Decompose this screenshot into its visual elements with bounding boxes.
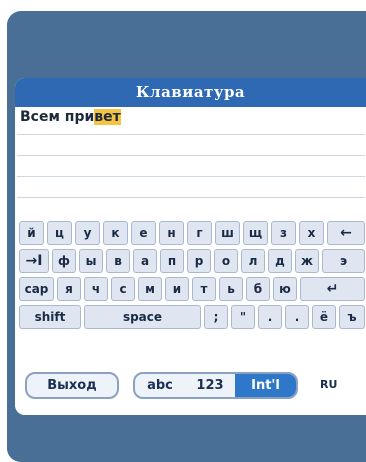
key-р[interactable]: р: [187, 249, 211, 273]
key-л[interactable]: л: [241, 249, 265, 273]
mode-intl-button[interactable]: Int'l: [235, 374, 296, 397]
key-д[interactable]: д: [268, 249, 292, 273]
key-ю[interactable]: ю: [273, 277, 297, 301]
key-а[interactable]: а: [133, 249, 157, 273]
key-я[interactable]: я: [57, 277, 81, 301]
exit-button[interactable]: Выход: [25, 372, 119, 399]
key-г[interactable]: г: [187, 221, 212, 245]
keyboard-mode-selector: abc 123 Int'l: [133, 372, 298, 399]
key-quote[interactable]: ": [231, 305, 255, 329]
key-й[interactable]: й: [19, 221, 44, 245]
text-line: [17, 155, 365, 156]
text-line: [17, 176, 365, 177]
key-п[interactable]: п: [160, 249, 184, 273]
tab-key[interactable]: →I: [19, 249, 49, 273]
window-title: Клавиатура: [135, 83, 246, 101]
typed-text: Всем при: [20, 109, 95, 125]
mode-abc-button[interactable]: abc: [135, 374, 185, 397]
key-и[interactable]: и: [165, 277, 189, 301]
caps-key[interactable]: cap: [19, 277, 54, 301]
key-м[interactable]: м: [138, 277, 162, 301]
keyboard-mode-bar: Выход abc 123 Int'l RU: [25, 372, 355, 399]
key-ж[interactable]: ж: [295, 249, 319, 273]
key-period-2[interactable]: .: [285, 305, 309, 329]
key-б[interactable]: б: [246, 277, 270, 301]
key-щ[interactable]: щ: [243, 221, 268, 245]
space-key[interactable]: space: [84, 305, 201, 329]
key-в[interactable]: в: [106, 249, 130, 273]
device-frame: Клавиатура Всем привет й ц у к е н г ш щ…: [7, 11, 366, 462]
keyboard-panel: Клавиатура Всем привет й ц у к е н г ш щ…: [15, 78, 366, 415]
key-х[interactable]: х: [299, 221, 324, 245]
key-з[interactable]: з: [271, 221, 296, 245]
key-н[interactable]: н: [159, 221, 184, 245]
text-line: [17, 197, 365, 198]
key-semicolon[interactable]: ;: [204, 305, 228, 329]
text-input-area[interactable]: Всем привет: [15, 107, 366, 216]
key-о[interactable]: о: [214, 249, 238, 273]
mode-123-button[interactable]: 123: [185, 374, 235, 397]
text-content: Всем привет: [20, 109, 121, 125]
key-ч[interactable]: ч: [84, 277, 108, 301]
key-ь[interactable]: ь: [219, 277, 243, 301]
key-period[interactable]: .: [258, 305, 282, 329]
key-э[interactable]: э: [322, 249, 365, 273]
key-ы[interactable]: ы: [79, 249, 103, 273]
key-к[interactable]: к: [103, 221, 128, 245]
key-т[interactable]: т: [192, 277, 216, 301]
backspace-key[interactable]: ←: [327, 221, 365, 245]
enter-key[interactable]: ↵: [300, 277, 365, 301]
title-bar: Клавиатура: [15, 78, 366, 107]
text-line: [17, 134, 365, 135]
bottom-strip: [7, 415, 366, 462]
key-е[interactable]: е: [131, 221, 156, 245]
key-ц[interactable]: ц: [47, 221, 72, 245]
key-у[interactable]: у: [75, 221, 100, 245]
key-ё[interactable]: ё: [312, 305, 336, 329]
key-с[interactable]: с: [111, 277, 135, 301]
screen: Клавиатура Всем привет й ц у к е н г ш щ…: [0, 0, 366, 462]
key-ф[interactable]: ф: [52, 249, 76, 273]
key-ш[interactable]: ш: [215, 221, 240, 245]
selected-text: вет: [94, 109, 121, 125]
key-ъ[interactable]: ъ: [339, 305, 365, 329]
language-indicator: RU: [320, 378, 338, 391]
shift-key[interactable]: shift: [19, 305, 81, 329]
